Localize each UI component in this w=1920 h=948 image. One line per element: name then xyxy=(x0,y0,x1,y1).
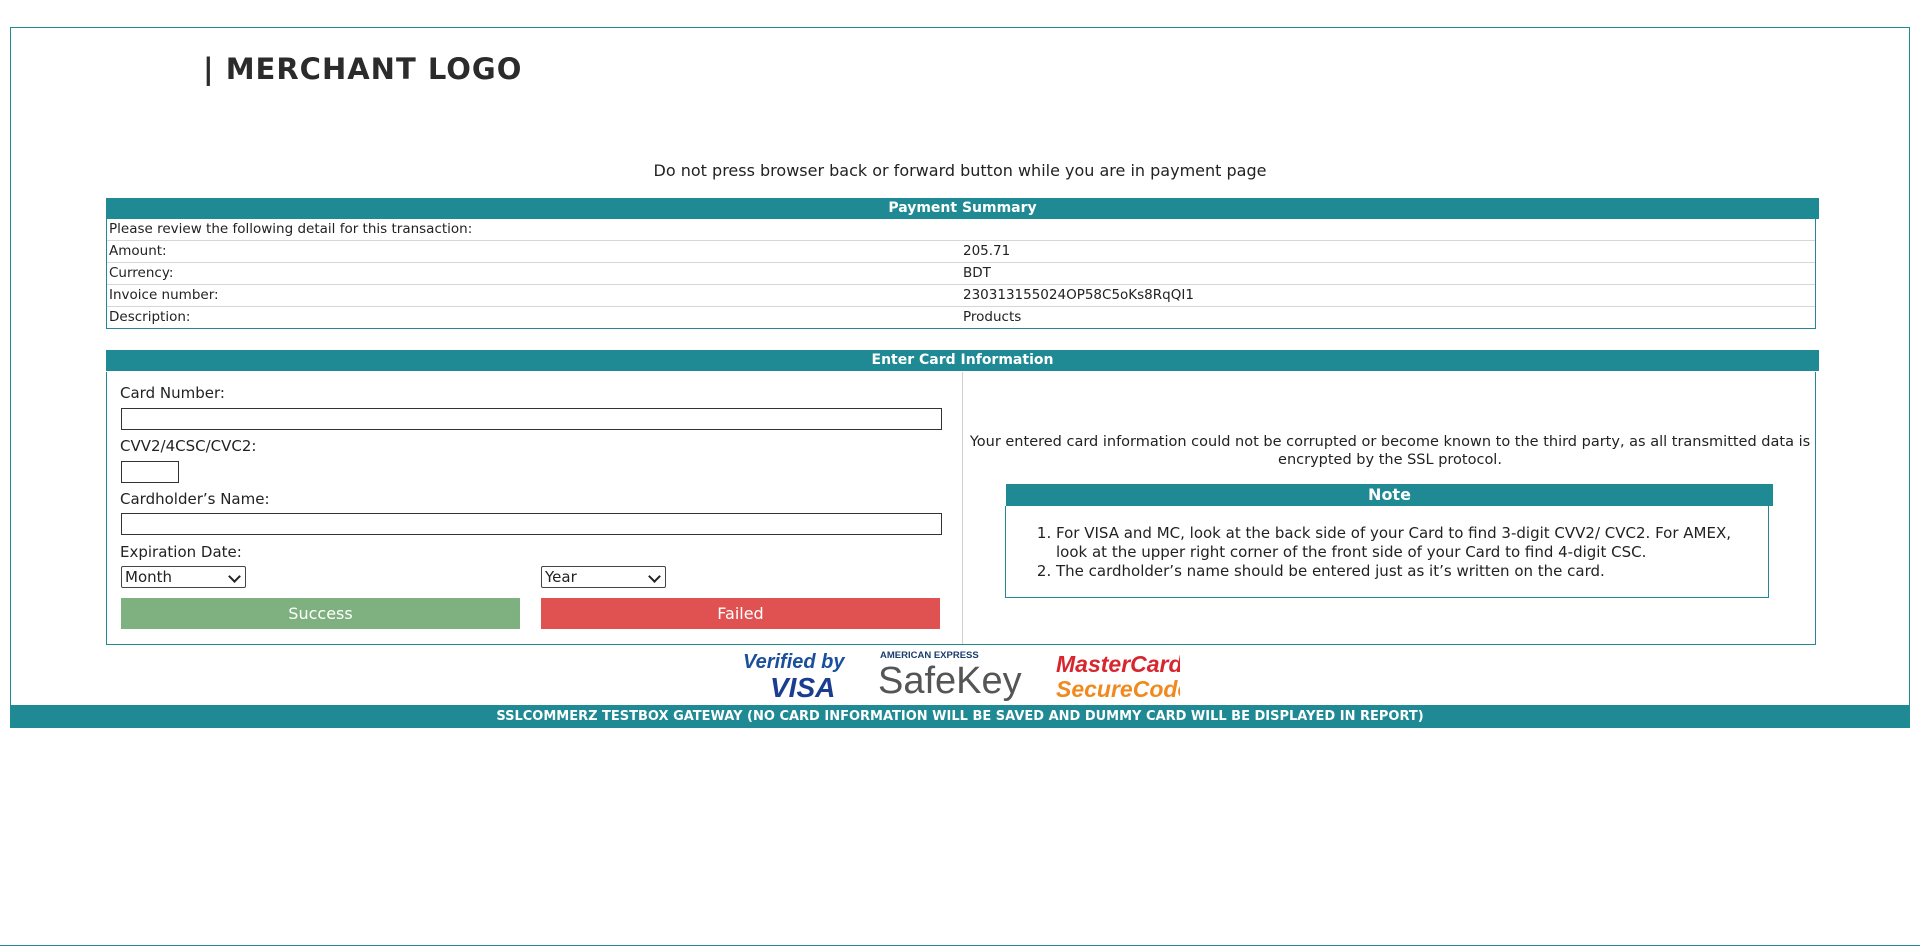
summary-row-currency: Currency: BDT xyxy=(107,262,1815,284)
summary-value: 230313155024OP58C5oKs8RqQI1 xyxy=(963,287,1194,303)
summary-intro-row: Please review the following detail for t… xyxy=(107,219,1815,240)
bottom-divider xyxy=(0,945,1920,946)
summary-value: Products xyxy=(963,309,1022,325)
chevron-down-icon xyxy=(648,570,661,583)
note-header: Note xyxy=(1006,484,1773,506)
summary-label: Description: xyxy=(109,309,191,325)
merchant-logo: | MERCHANT LOGO xyxy=(203,52,523,86)
summary-row-invoice: Invoice number: 230313155024OP58C5oKs8Rq… xyxy=(107,284,1815,306)
failed-button[interactable]: Failed xyxy=(541,598,940,629)
summary-value: 205.71 xyxy=(963,243,1011,259)
card-info-header: Enter Card Information xyxy=(106,350,1819,371)
verified-by-visa-logo: Verified by VISA xyxy=(743,651,845,701)
month-select-value: Month xyxy=(125,568,173,586)
cvv-label: CVV2/4CSC/CVC2: xyxy=(120,437,257,455)
card-number-label: Card Number: xyxy=(120,384,225,402)
success-button[interactable]: Success xyxy=(121,598,520,629)
panel-divider xyxy=(962,372,963,644)
svg-text:SafeKey: SafeKey xyxy=(878,660,1022,701)
summary-intro: Please review the following detail for t… xyxy=(109,221,473,237)
payment-summary-header: Payment Summary xyxy=(106,198,1819,219)
summary-label: Invoice number: xyxy=(109,287,219,303)
mastercard-securecode-logo: MasterCard. SecureCode. xyxy=(1056,651,1180,701)
summary-row-amount: Amount: 205.71 xyxy=(107,240,1815,262)
amex-safekey-logo: AMERICAN EXPRESS SafeKey xyxy=(878,650,1022,701)
cardholder-name-input[interactable] xyxy=(121,513,942,535)
month-select[interactable]: Month xyxy=(121,566,246,588)
ssl-security-notice: Your entered card information could not … xyxy=(969,434,1811,468)
payment-summary-table: Please review the following detail for t… xyxy=(106,219,1816,329)
chevron-down-icon xyxy=(228,570,241,583)
note-body: For VISA and MC, look at the back side o… xyxy=(1005,506,1769,598)
cardholder-name-label: Cardholder’s Name: xyxy=(120,490,270,508)
summary-row-description: Description: Products xyxy=(107,306,1815,328)
security-badges: Verified by VISA AMERICAN EXPRESS SafeKe… xyxy=(743,650,1180,701)
svg-text:VISA: VISA xyxy=(770,672,835,701)
note-list: For VISA and MC, look at the back side o… xyxy=(1014,524,1756,581)
svg-text:SecureCode.: SecureCode. xyxy=(1056,676,1180,701)
gateway-footer: SSLCOMMERZ TESTBOX GATEWAY (NO CARD INFO… xyxy=(10,705,1910,728)
note-item: The cardholder’s name should be entered … xyxy=(1056,562,1756,581)
summary-value: BDT xyxy=(963,265,991,281)
svg-text:MasterCard.: MasterCard. xyxy=(1056,651,1180,677)
year-select-value: Year xyxy=(545,568,577,586)
svg-text:Verified by: Verified by xyxy=(743,651,845,673)
summary-label: Currency: xyxy=(109,265,174,281)
card-number-input[interactable] xyxy=(121,408,942,430)
summary-label: Amount: xyxy=(109,243,167,259)
cvv-input[interactable] xyxy=(121,461,179,483)
note-item: For VISA and MC, look at the back side o… xyxy=(1056,524,1756,562)
year-select[interactable]: Year xyxy=(541,566,666,588)
navigation-warning: Do not press browser back or forward but… xyxy=(653,161,1267,180)
expiration-date-label: Expiration Date: xyxy=(120,543,242,561)
